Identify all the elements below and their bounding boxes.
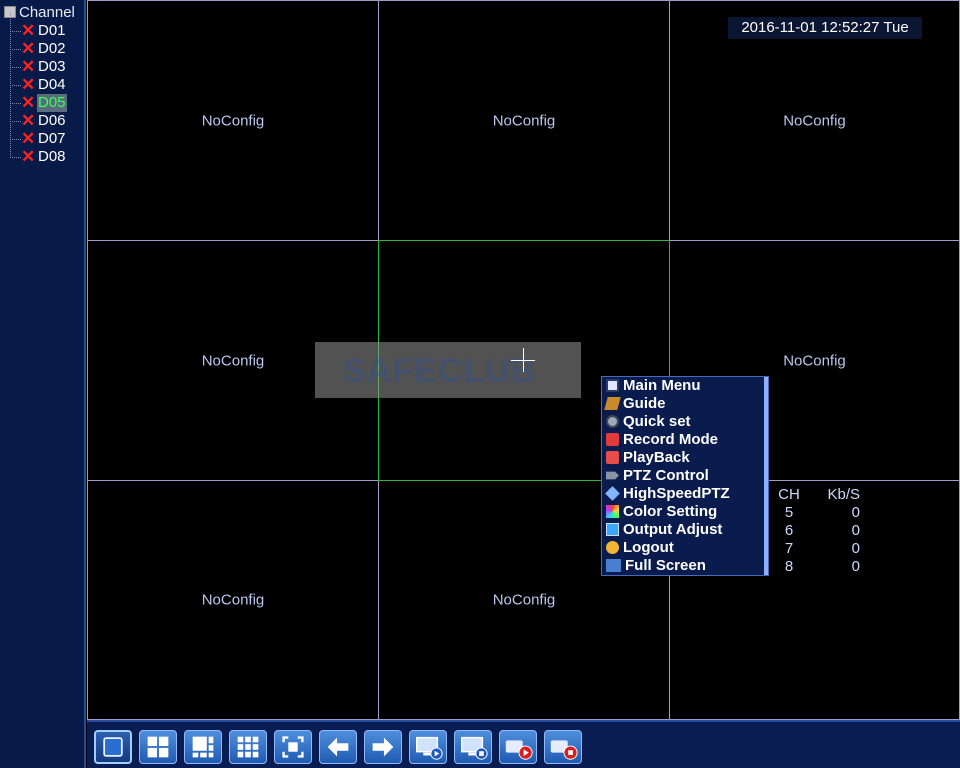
video-cell-1[interactable]: NoConfig — [87, 0, 379, 241]
red-x-icon: ✕ — [21, 57, 36, 76]
red-x-icon: ✕ — [21, 147, 36, 166]
quad-view-button[interactable] — [139, 730, 177, 764]
menu-item-main-menu[interactable]: Main Menu — [606, 377, 701, 395]
highspeed-ptz-icon — [605, 486, 620, 501]
cell-status-label: NoConfig — [492, 112, 556, 129]
red-x-icon: ✕ — [21, 39, 36, 58]
start-tour-button[interactable] — [409, 730, 447, 764]
menu-item-output-adjust[interactable]: Output Adjust — [606, 521, 722, 539]
menu-item-full-screen[interactable]: Full Screen — [606, 557, 706, 575]
menu-item-highspeed-ptz[interactable]: HighSpeedPTZ — [605, 485, 730, 503]
cell-status-label: NoConfig — [783, 352, 846, 369]
menu-item-quick-set[interactable]: Quick set — [606, 413, 691, 431]
red-x-icon: ✕ — [21, 93, 36, 112]
menu-item-record-mode[interactable]: Record Mode — [606, 431, 718, 449]
arrow-left-icon — [327, 737, 349, 757]
six-view-icon — [192, 736, 214, 758]
red-x-icon: ✕ — [21, 111, 36, 130]
quick-set-icon — [606, 415, 619, 428]
stats-header: CH Kb/S — [778, 486, 860, 503]
nine-view-icon — [237, 736, 259, 758]
logout-icon — [606, 541, 619, 554]
stop-tour-button[interactable] — [454, 730, 492, 764]
record-start-icon — [505, 740, 533, 760]
menu-item-color-setting[interactable]: Color Setting — [606, 503, 717, 521]
record-stop-icon — [550, 740, 578, 760]
fullscreen-icon — [282, 736, 304, 758]
tour-start-icon — [416, 736, 443, 760]
menu-item-ptz-control[interactable]: PTZ Control — [606, 467, 709, 485]
context-menu: Main Menu Guide Quick set Record Mode Pl… — [601, 376, 769, 576]
color-setting-icon — [606, 505, 619, 518]
guide-icon — [604, 397, 621, 410]
main-menu-icon — [606, 379, 619, 392]
video-cell-2[interactable]: NoConfig — [378, 0, 670, 241]
full-screen-icon — [606, 559, 621, 572]
cell-status-label: NoConfig — [201, 112, 265, 129]
previous-button[interactable] — [319, 730, 357, 764]
ptz-control-icon — [606, 471, 619, 480]
six-view-button[interactable] — [184, 730, 222, 764]
cell-status-label: NoConfig — [492, 591, 556, 609]
cell-status-label: NoConfig — [201, 591, 265, 609]
context-menu-scrollbar[interactable] — [764, 377, 768, 575]
stats-row: 50 — [784, 504, 860, 521]
datetime-display: 2016-11-01 12:52:27 Tue — [728, 17, 922, 39]
stats-row: 80 — [784, 558, 860, 575]
playback-icon — [606, 451, 619, 464]
channel-tree-panel: Channel ✕ D01 ✕ D02 ✕ D03 ✕ D04 ✕ D05 ✕ D06 ✕ D… — [0, 0, 86, 768]
channel-root-label: Channel — [19, 4, 75, 21]
next-button[interactable] — [364, 730, 402, 764]
red-x-icon: ✕ — [21, 75, 36, 94]
menu-item-guide[interactable]: Guide — [604, 395, 666, 413]
menu-item-logout[interactable]: Logout — [606, 539, 674, 557]
red-x-icon: ✕ — [21, 21, 36, 40]
watermark-text: SAFECLUB — [343, 352, 537, 390]
single-view-icon — [103, 737, 123, 757]
record-mode-icon — [606, 433, 619, 446]
fullscreen-button[interactable] — [274, 730, 312, 764]
output-adjust-icon — [606, 523, 619, 536]
menu-item-playback[interactable]: PlayBack — [606, 449, 690, 467]
quad-view-icon — [147, 736, 169, 758]
cell-status-label: NoConfig — [783, 112, 846, 129]
tour-stop-icon — [461, 736, 488, 760]
stop-record-button[interactable] — [544, 730, 582, 764]
watermark-logo: SAFECLUB — [315, 342, 581, 398]
stats-row: 70 — [784, 540, 860, 557]
arrow-right-icon — [372, 737, 394, 757]
video-cell-7[interactable]: NoConfig — [87, 480, 379, 720]
start-record-button[interactable] — [499, 730, 537, 764]
bottom-toolbar — [87, 720, 960, 768]
bitrate-stats: CH Kb/S 50 60 70 80 — [775, 486, 875, 576]
red-x-icon: ✕ — [21, 129, 36, 148]
cursor-crosshair-icon — [523, 348, 524, 372]
single-view-button[interactable] — [94, 730, 132, 764]
nine-view-button[interactable] — [229, 730, 267, 764]
stats-row: 60 — [784, 522, 860, 539]
